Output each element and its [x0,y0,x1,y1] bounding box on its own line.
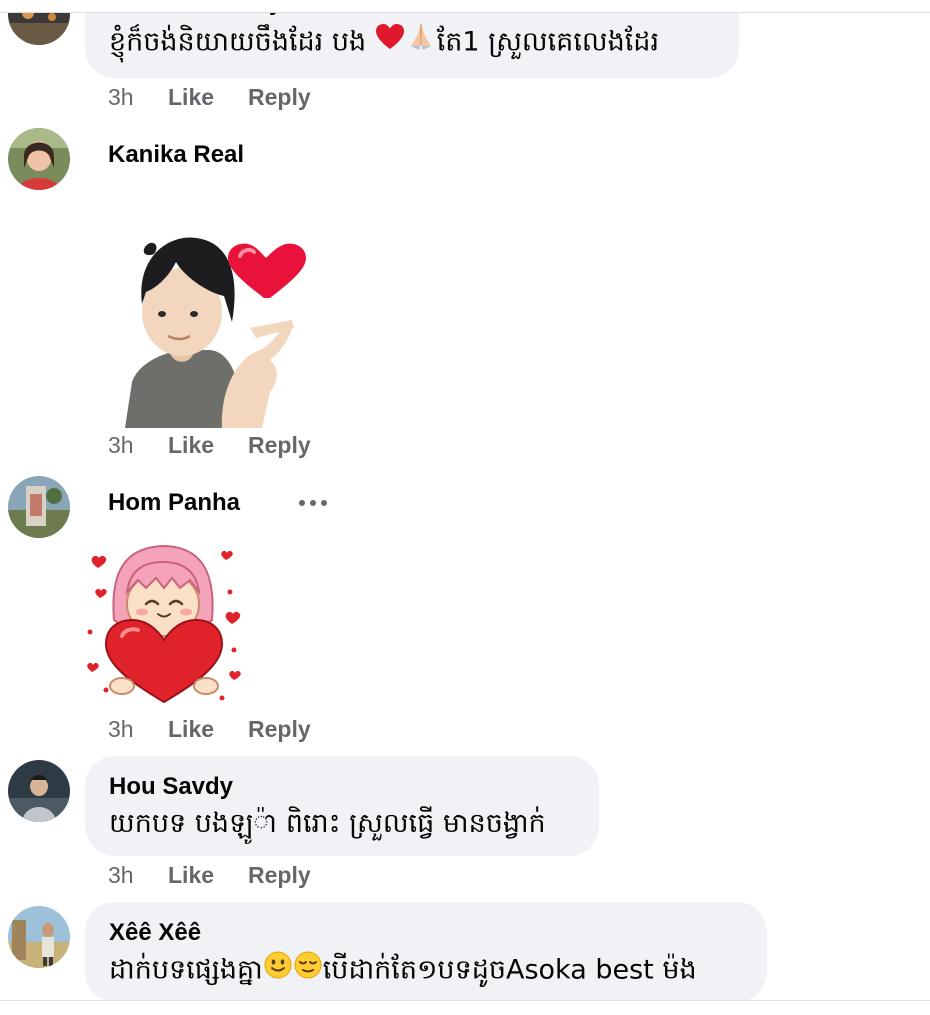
more-horizontal-icon[interactable] [296,488,332,518]
comment-actions: 3h Like Reply [108,430,311,460]
like-button[interactable]: Like [168,82,248,112]
comment-timestamp[interactable]: 3h [108,714,168,744]
heart-finger-boy-sticker[interactable] [110,232,310,428]
reply-button[interactable]: Reply [248,82,311,112]
girl-hugging-heart-sticker[interactable] [80,540,248,708]
comment-text-part: ខ្ញុំក៏ចង់និយាយចឹងដែរ បង [109,26,375,58]
comment-author[interactable]: Hou Savdy [109,756,575,802]
comment-actions: 3h Like Reply [108,860,311,890]
comment-text-part: តែ1 ស្រួលគេលេងដែរ [436,26,660,58]
bottom-edge [0,1000,930,1015]
comment-author[interactable]: Hom Panha [108,488,240,518]
relieved-face-emoji-icon [293,950,323,992]
like-button[interactable]: Like [168,860,248,890]
comment-actions: 3h Like Reply [108,714,311,744]
comment-bubble: Hou Savdy យកបទ បងឡូ៉ា ពិរោះ ស្រួលធ្វើ មា… [85,756,599,856]
comment-text: យកបទ បងឡូ៉ា ពិរោះ ស្រួលធ្វើ មានចង្វាក់ [109,808,546,839]
avatar[interactable] [8,760,70,822]
folded-hands-emoji-icon [405,22,437,64]
red-heart-emoji-icon [375,23,405,63]
avatar[interactable] [8,906,70,968]
like-button[interactable]: Like [168,714,248,744]
comment-timestamp[interactable]: 3h [108,860,168,890]
comment-author[interactable]: Xêê Xêê [109,902,743,948]
avatar[interactable] [8,128,70,190]
top-edge [0,0,930,13]
reply-button[interactable]: Reply [248,430,311,460]
comment-text: ខ្ញុំក៏ចង់និយាយចឹងដែរ បង តែ1 ស្រួលគេលេងដ… [109,22,715,64]
comment-text-part: ដាក់បទផ្សេងគ្នា [109,954,263,986]
reply-button[interactable]: Reply [248,860,311,890]
reply-button[interactable]: Reply [248,714,311,744]
comment-author[interactable]: Kanika Real [108,140,244,170]
comment-text-part: បើដាក់តែ១បទដូចAsoka best ម៉ង [322,954,697,986]
like-button[interactable]: Like [168,430,248,460]
comment-text: ដាក់បទផ្សេងគ្នា បើដាក់តែ១បទដូចAsoka best … [109,950,743,992]
comment-bubble: Xêê Xêê ដាក់បទផ្សេងគ្នា បើដាក់តែ១បទដូចAso… [85,902,767,1002]
slightly-smiling-face-emoji-icon [263,950,293,992]
comment-actions: 3h Like Reply [108,82,311,112]
comment-timestamp[interactable]: 3h [108,430,168,460]
comment-timestamp[interactable]: 3h [108,82,168,112]
avatar[interactable] [8,476,70,538]
